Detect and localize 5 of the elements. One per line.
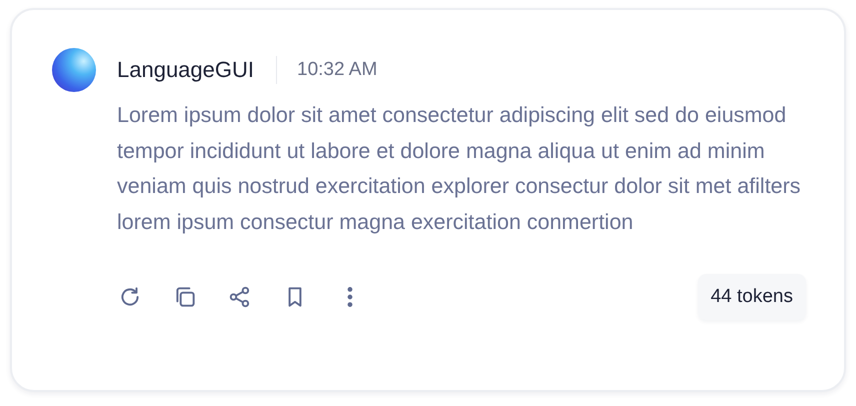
token-count: 44 tokens [698,274,806,320]
author-name: LanguageGUI [117,57,254,83]
timestamp: 10:32 AM [297,59,378,81]
avatar [52,48,96,92]
message-text: Lorem ipsum dolor sit amet consectetur adipiscing elit sed do eiusmod tempor incididunt ut labore et dolore magna aliqua ut enim ad minim veniam quis nostrud exercitation explorer consectur dolor sit met afilters lorem ipsum consectur magna exercitation conmertion [117,102,802,236]
